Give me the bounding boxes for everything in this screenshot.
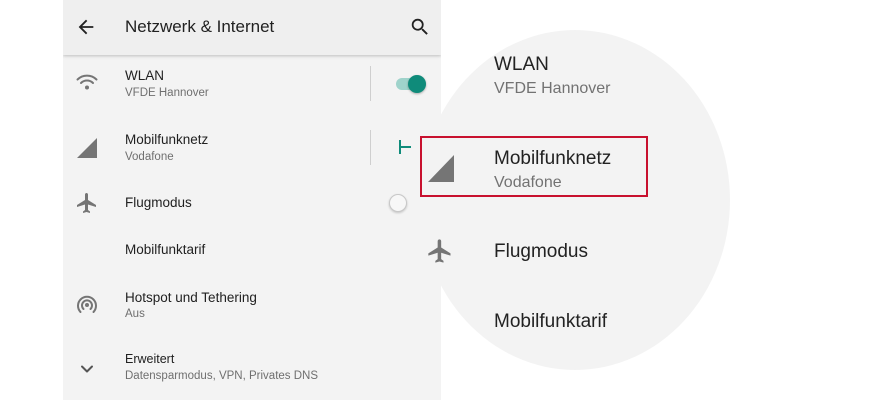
arrow-back-icon[interactable] <box>75 16 97 38</box>
advanced-row[interactable]: Erweitert Datensparmodus, VPN, Privates … <box>63 340 441 398</box>
zoom-mobile-tariff-title: Mobilfunktarif <box>494 311 607 332</box>
add-icon[interactable] <box>397 139 411 155</box>
highlight-box <box>420 136 648 197</box>
zoom-airplane-icon <box>428 239 451 263</box>
signal-icon <box>77 138 97 158</box>
zoom-wlan-subtitle: VFDE Hannover <box>494 80 611 97</box>
airplane-mode-title: Flugmodus <box>125 195 192 210</box>
chevron-down-icon <box>81 365 93 373</box>
hotspot-title: Hotspot und Tethering <box>125 290 257 305</box>
wlan-row[interactable]: WLAN VFDE Hannover <box>63 56 441 116</box>
page-title: Netzwerk & Internet <box>125 17 275 36</box>
mobile-network-row[interactable]: Mobilfunknetz Vodafone <box>63 118 441 178</box>
zoom-wlan-title: WLAN <box>494 54 549 75</box>
airplane-mode-row[interactable]: Flugmodus <box>63 180 441 225</box>
divider <box>370 130 371 165</box>
settings-screen: Netzwerk & Internet WLAN VFDE Hannover M… <box>63 0 441 400</box>
hotspot-subtitle: Aus <box>125 308 145 320</box>
app-bar: Netzwerk & Internet <box>63 0 441 55</box>
wifi-icon <box>76 74 98 90</box>
hotspot-icon <box>77 295 97 313</box>
search-icon[interactable] <box>409 16 431 38</box>
mobile-network-title: Mobilfunknetz <box>125 132 209 147</box>
advanced-subtitle: Datensparmodus, VPN, Privates DNS <box>125 370 319 382</box>
divider <box>370 66 371 101</box>
mobile-network-subtitle: Vodafone <box>125 151 174 163</box>
toggle-thumb <box>389 194 407 212</box>
mobile-tariff-title: Mobilfunktarif <box>125 242 206 257</box>
wlan-subtitle: VFDE Hannover <box>125 87 209 99</box>
mobile-tariff-row[interactable]: Mobilfunktarif <box>63 228 441 273</box>
wlan-title: WLAN <box>125 68 165 83</box>
airplane-icon <box>77 193 96 213</box>
hotspot-row[interactable]: Hotspot und Tethering Aus <box>63 276 441 334</box>
zoom-airplane-title: Flugmodus <box>494 241 588 262</box>
toggle-thumb <box>408 75 426 93</box>
advanced-title: Erweitert <box>125 352 175 366</box>
